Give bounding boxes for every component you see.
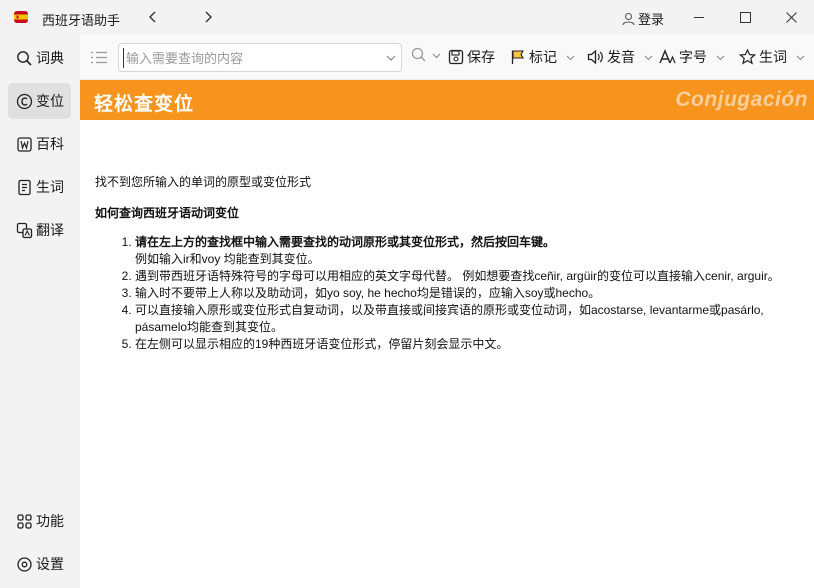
font-size-button[interactable]: 字号 [659, 47, 725, 67]
search-options-button[interactable] [411, 47, 441, 63]
main-panel: 保存 标记 发音 字号 生词 轻松查变位 Conjugación 找不到您所输入… [80, 34, 814, 588]
vocab-button[interactable]: 生词 [739, 47, 805, 67]
steps-list: 请在左上方的查找框中输入需要查找的动词原形或其变位形式，然后按回车键。例如输入i… [95, 234, 795, 353]
save-icon [448, 49, 464, 65]
sidebar-item-conjugation[interactable]: 变位 [8, 83, 71, 119]
font-size-icon [659, 49, 676, 64]
speaker-icon [587, 49, 603, 65]
chevron-down-icon[interactable] [385, 52, 397, 64]
search-icon [17, 50, 32, 66]
howto-title: 如何查询西班牙语动词变位 [95, 206, 240, 220]
minimize-icon [693, 16, 704, 18]
sidebar-item-vocabulary[interactable]: 生词 [8, 169, 71, 205]
mark-label: 标记 [529, 49, 557, 65]
mark-button[interactable]: 标记 [510, 47, 575, 67]
list-icon[interactable] [91, 51, 107, 64]
list-item: 可以直接输入原形或变位形式自复动词，以及带直接或间接宾语的原形或变位动词，如ac… [135, 302, 795, 336]
chevron-left-icon [149, 11, 156, 23]
sidebar-item-label: 设置 [36, 556, 64, 572]
chevron-down-icon [796, 55, 805, 60]
maximize-icon [739, 11, 751, 23]
chevron-down-icon [566, 55, 575, 60]
sidebar-item-label: 翻译 [36, 222, 64, 238]
app-title: 西班牙语助手 [42, 13, 121, 28]
font-size-label: 字号 [679, 49, 707, 65]
spain-flag-icon [14, 11, 28, 23]
sidebar-item-dictionary[interactable]: 词典 [8, 40, 71, 76]
list-item: 遇到带西班牙语特殊符号的字母可以用相应的英文字母代替。 例如想要查找ceñir,… [135, 268, 795, 285]
conjugation-icon [16, 93, 33, 109]
sidebar-item-functions[interactable]: 功能 [8, 503, 71, 539]
sidebar-item-label: 生词 [36, 179, 64, 195]
sidebar-item-label: 词典 [36, 50, 64, 66]
user-icon [622, 12, 635, 25]
pronounce-label: 发音 [607, 49, 635, 65]
sidebar-item-label: 百科 [36, 136, 64, 152]
chevron-down-icon [716, 55, 725, 60]
toolbar: 保存 标记 发音 字号 生词 [80, 34, 814, 80]
notebook-icon [18, 179, 31, 195]
encyclopedia-icon [17, 136, 32, 152]
grid-icon [17, 513, 32, 529]
not-found-message: 找不到您所输入的单词的原型或变位形式 [95, 175, 312, 189]
minimize-button[interactable] [676, 0, 722, 34]
sidebar-item-label: 功能 [36, 513, 64, 529]
search-input[interactable] [123, 48, 373, 68]
chevron-down-icon [432, 53, 441, 58]
banner-title: 轻松查变位 [94, 94, 195, 115]
search-box [118, 43, 402, 72]
gear-icon [17, 556, 32, 572]
title-bar: 西班牙语助手 登录 [0, 0, 814, 34]
list-item: 输入时不要带上人称以及助动词，如yo soy, he hecho均是错误的，应输… [135, 285, 795, 302]
sidebar-item-translate[interactable]: 翻译 [8, 212, 71, 248]
content-area: 找不到您所输入的单词的原型或变位形式 如何查询西班牙语动词变位 请在左上方的查找… [95, 174, 795, 353]
close-button[interactable] [768, 0, 814, 34]
list-item: 在左侧可以显示相应的19种西班牙语变位形式，停留片刻会显示中文。 [135, 336, 795, 353]
chevron-right-icon [205, 11, 212, 23]
back-button[interactable] [143, 7, 163, 27]
list-item: 请在左上方的查找框中输入需要查找的动词原形或其变位形式，然后按回车键。例如输入i… [135, 234, 795, 268]
translate-icon [16, 222, 33, 238]
sidebar-item-encyclopedia[interactable]: 百科 [8, 126, 71, 162]
login-button[interactable]: 登录 [622, 9, 664, 28]
search-icon [411, 47, 426, 62]
star-icon [739, 49, 756, 65]
maximize-button[interactable] [722, 0, 768, 34]
forward-button[interactable] [198, 7, 218, 27]
flag-icon [511, 50, 524, 64]
login-label: 登录 [638, 12, 665, 27]
pronounce-button[interactable]: 发音 [587, 47, 653, 67]
banner-subtitle: Conjugación [675, 88, 808, 111]
chevron-down-icon [644, 55, 653, 60]
sidebar: 词典 变位 百科 生词 翻译 功能 设置 [0, 34, 80, 588]
sidebar-item-settings[interactable]: 设置 [8, 546, 71, 582]
save-button[interactable]: 保存 [448, 47, 495, 67]
save-label: 保存 [467, 49, 495, 65]
conjugation-banner: 轻松查变位 Conjugación [80, 80, 814, 120]
close-icon [785, 11, 797, 23]
sidebar-item-label: 变位 [36, 93, 64, 109]
vocab-label: 生词 [759, 49, 787, 65]
